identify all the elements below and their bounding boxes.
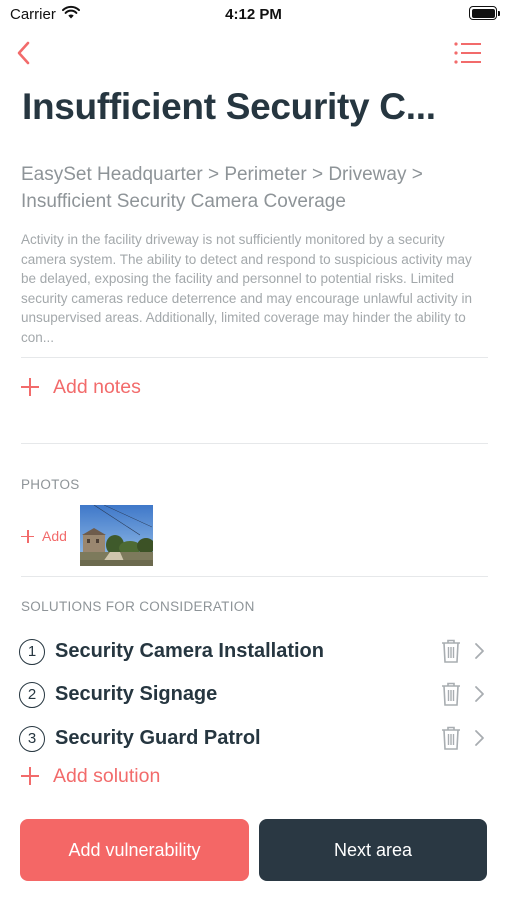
photo-image xyxy=(80,505,153,566)
solution-number-badge: 3 xyxy=(19,726,45,752)
trash-icon[interactable] xyxy=(440,681,462,707)
photos-section-label: PHOTOS xyxy=(21,477,80,492)
add-solution-label: Add solution xyxy=(53,764,161,787)
solution-name[interactable]: Security Camera Installation xyxy=(55,640,324,663)
chevron-right-icon[interactable] xyxy=(472,641,486,661)
add-photo-button[interactable]: Add xyxy=(21,528,67,544)
next-area-button[interactable]: Next area xyxy=(259,819,487,881)
add-vulnerability-button[interactable]: Add vulnerability xyxy=(20,819,249,881)
add-notes-button[interactable]: Add notes xyxy=(21,372,141,402)
solution-number-badge: 1 xyxy=(19,639,45,665)
chevron-right-icon[interactable] xyxy=(472,684,486,704)
page-title: Insufficient Security C... xyxy=(22,86,436,127)
solution-row[interactable]: 2 Security Signage xyxy=(19,679,489,709)
menu-button[interactable] xyxy=(453,40,483,66)
breadcrumb: EasySet Headquarter > Perimeter > Drivew… xyxy=(21,164,423,212)
solution-number-badge: 2 xyxy=(19,682,45,708)
divider xyxy=(21,357,488,358)
add-photo-label: Add xyxy=(42,528,67,544)
battery-icon xyxy=(469,6,500,20)
status-bar: Carrier 4:12 PM xyxy=(0,0,507,28)
back-button[interactable] xyxy=(12,38,38,68)
chevron-left-icon xyxy=(17,41,30,65)
status-time: 4:12 PM xyxy=(225,6,282,23)
list-icon xyxy=(454,42,481,64)
plus-icon xyxy=(21,529,34,543)
trash-icon[interactable] xyxy=(440,725,462,751)
solution-row[interactable]: 3 Security Guard Patrol xyxy=(19,723,489,753)
add-notes-label: Add notes xyxy=(53,375,141,398)
solution-row[interactable]: 1 Security Camera Installation xyxy=(19,636,489,666)
solution-name[interactable]: Security Guard Patrol xyxy=(55,727,261,750)
chevron-right-icon[interactable] xyxy=(472,728,486,748)
battery-fill xyxy=(471,8,495,18)
solutions-section-label: SOLUTIONS FOR CONSIDERATION xyxy=(21,599,255,614)
solution-name[interactable]: Security Signage xyxy=(55,683,217,706)
add-solution-button[interactable]: Add solution xyxy=(21,761,160,791)
photo-thumbnail[interactable] xyxy=(80,505,153,566)
trash-icon[interactable] xyxy=(440,638,462,664)
divider xyxy=(21,443,488,444)
vulnerability-description: Activity in the facility driveway is not… xyxy=(21,232,472,345)
plus-icon xyxy=(21,378,39,396)
divider xyxy=(21,576,488,577)
plus-icon xyxy=(21,767,39,785)
